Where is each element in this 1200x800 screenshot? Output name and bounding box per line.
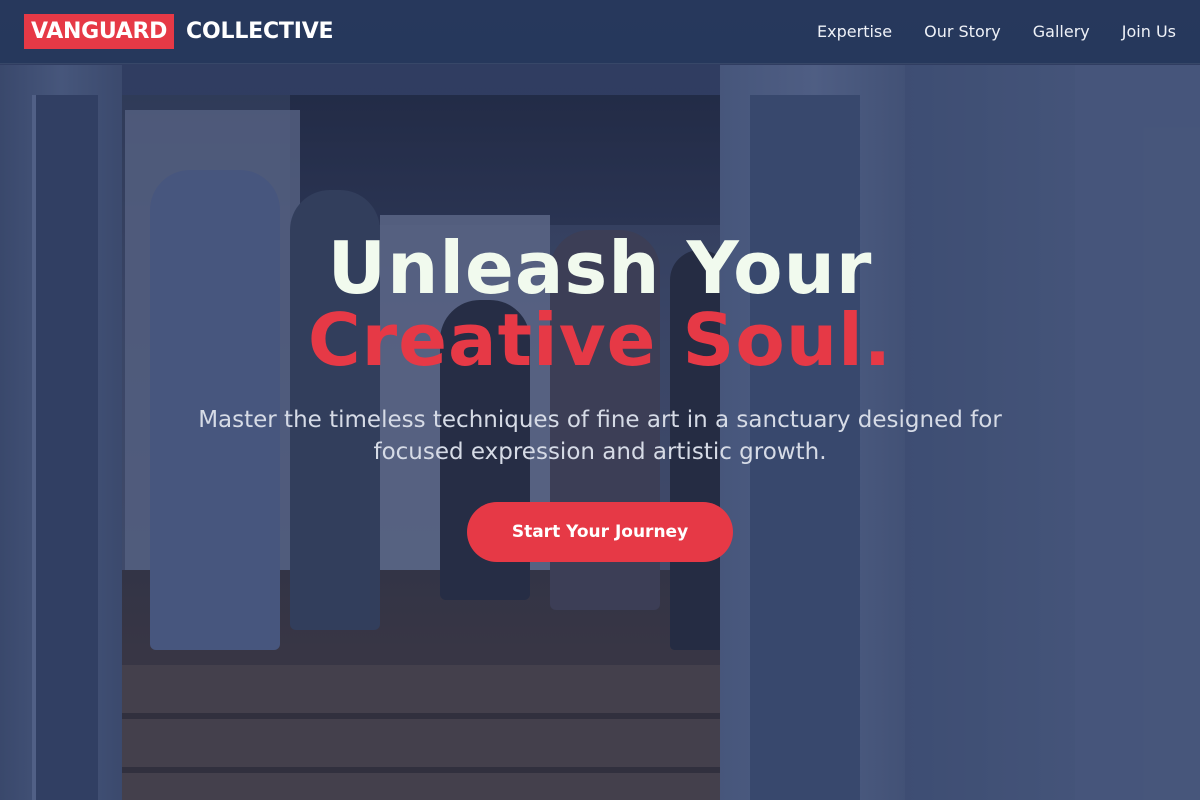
site-header: VANGUARD COLLECTIVE Expertise Our Story …	[0, 0, 1200, 64]
brand-name: COLLECTIVE	[186, 19, 334, 44]
start-journey-button[interactable]: Start Your Journey	[467, 502, 733, 562]
nav-link-our-story[interactable]: Our Story	[924, 22, 1001, 41]
hero-section: Unleash Your Creative Soul. Master the t…	[0, 64, 1200, 800]
brand-logo[interactable]: VANGUARD COLLECTIVE	[24, 14, 334, 49]
hero-title-line2: Creative Soul.	[307, 298, 893, 382]
hero-subtitle: Master the timeless techniques of fine a…	[198, 407, 1002, 465]
nav-link-expertise[interactable]: Expertise	[817, 22, 892, 41]
nav-link-join-us[interactable]: Join Us	[1122, 22, 1176, 41]
nav-link-gallery[interactable]: Gallery	[1033, 22, 1090, 41]
main-nav: Expertise Our Story Gallery Join Us	[817, 22, 1176, 41]
hero-title: Unleash Your Creative Soul.	[0, 232, 1200, 376]
brand-mark: VANGUARD	[24, 14, 175, 49]
hero-title-line1: Unleash Your	[327, 226, 873, 310]
